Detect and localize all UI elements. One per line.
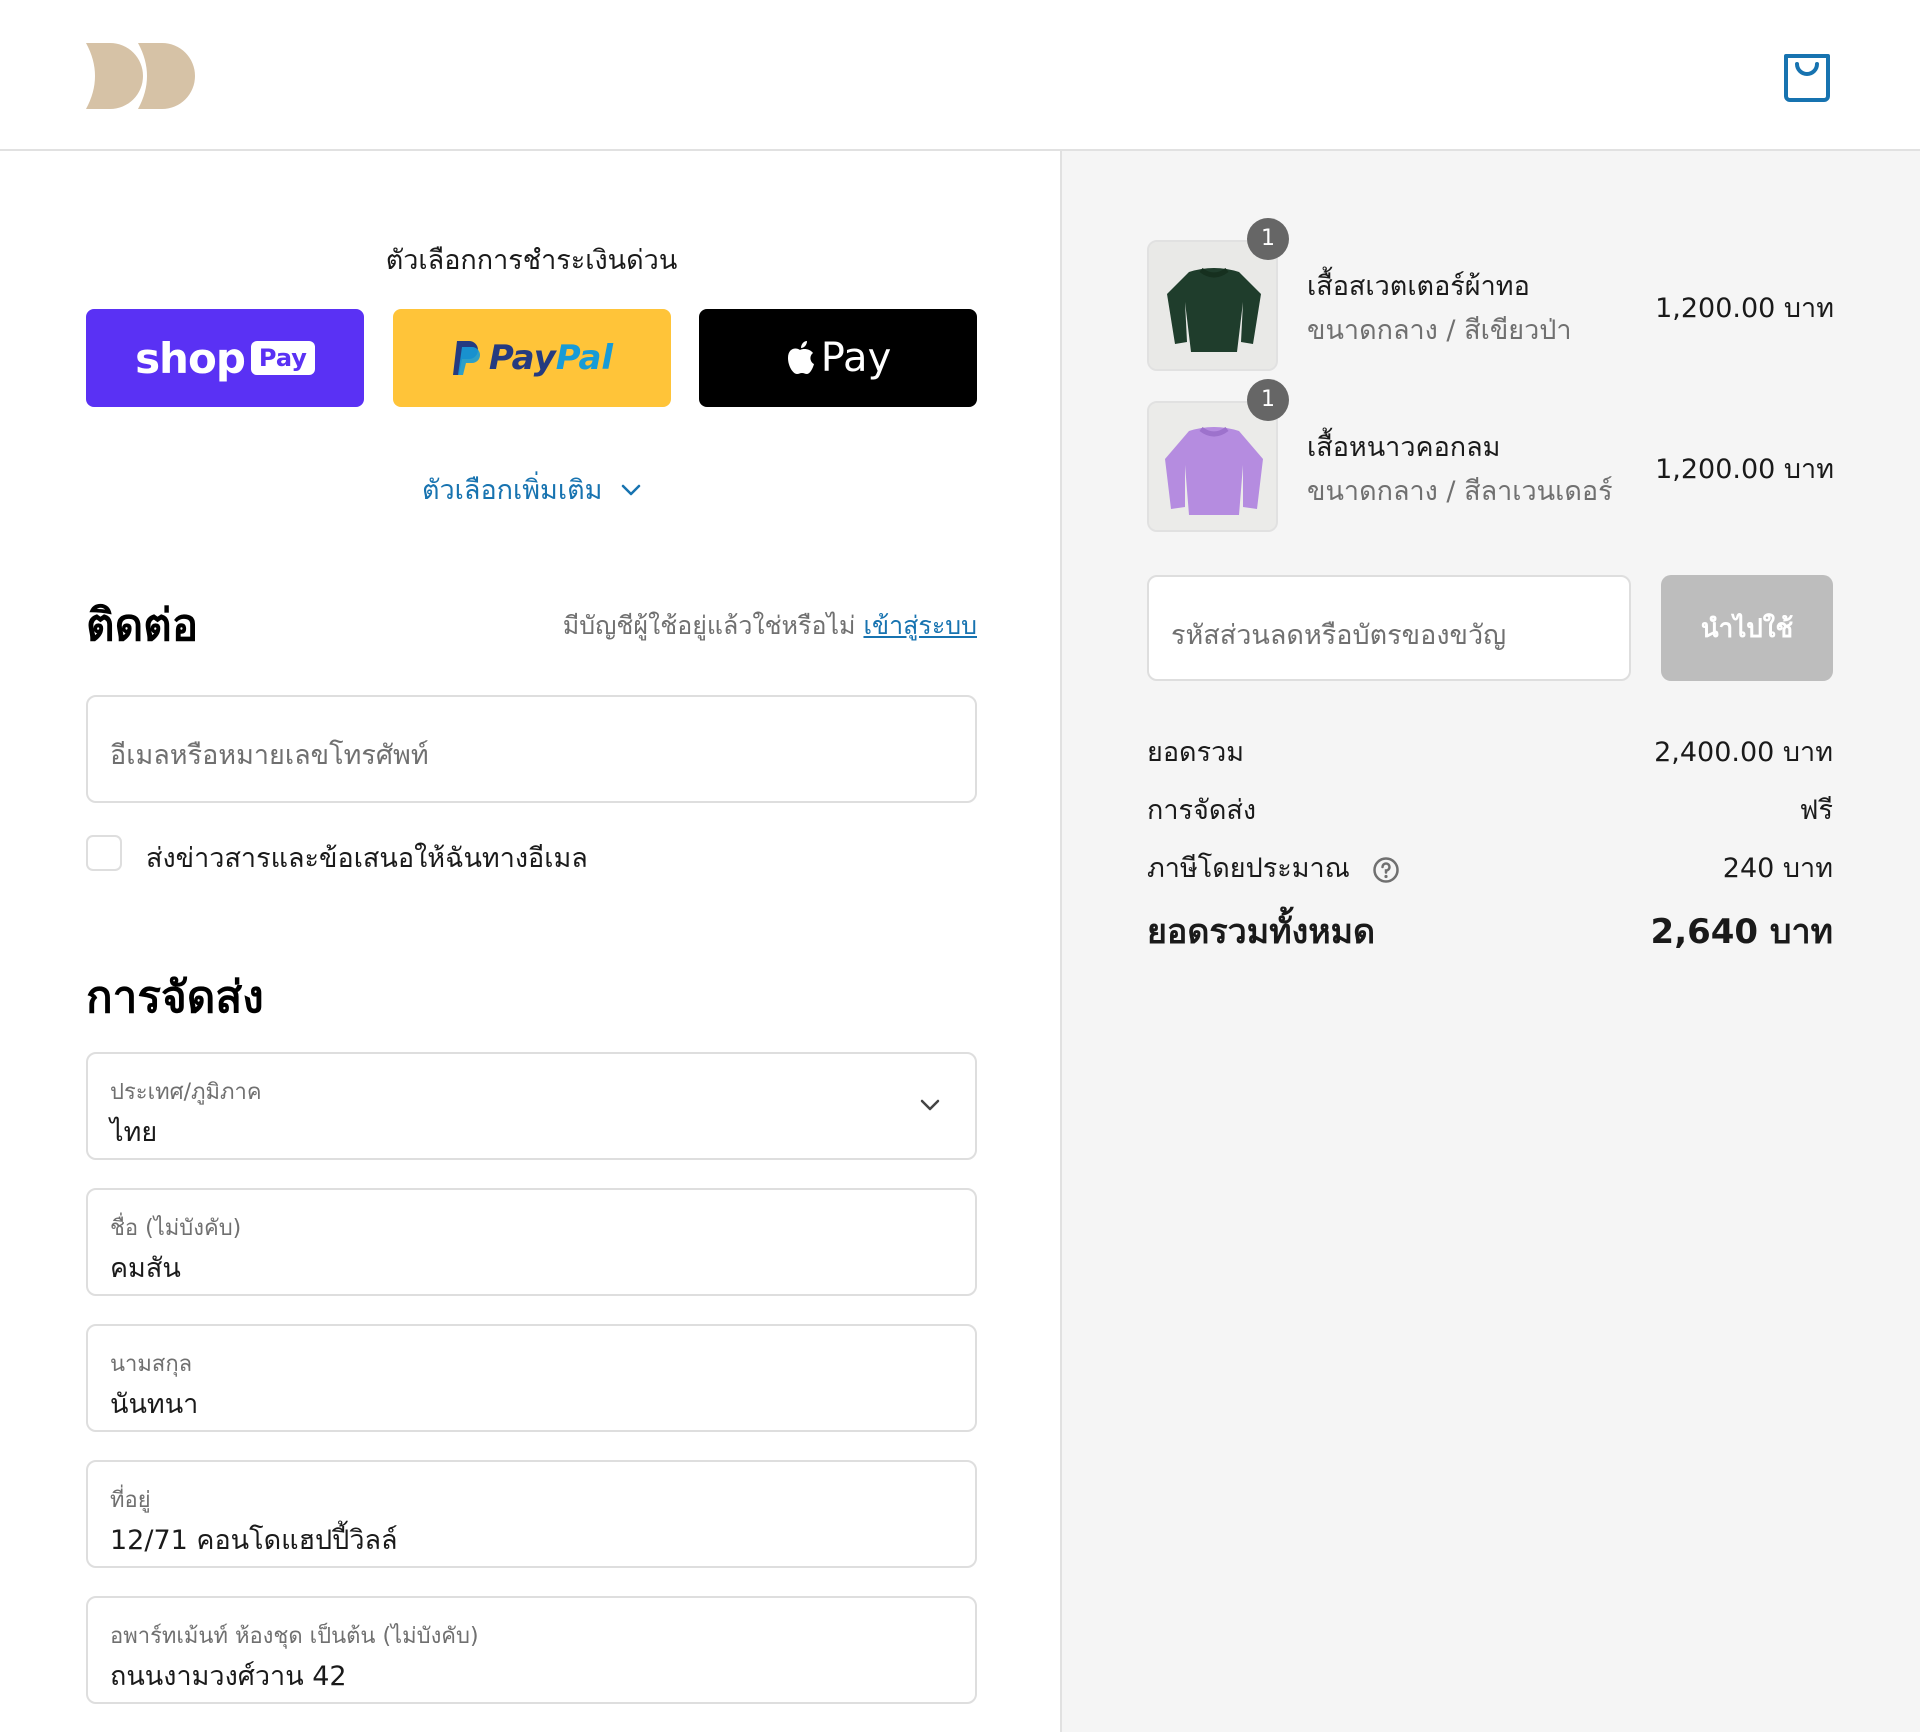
paypal-word-part2: Pal — [555, 338, 614, 378]
order-item: 1 เสื้อหนาวคอกลม ขนาดกลาง / สีลาเวนเดอร์… — [1147, 379, 1920, 534]
first-name-field[interactable]: ชื่อ (ไม่บังคับ) คมสัน — [86, 1188, 977, 1296]
login-prompt-text: มีบัญชีผู้ใช้อยู่แล้วใช่หรือไม่ — [562, 611, 856, 640]
chevron-down-icon — [621, 484, 641, 495]
address-label: ที่อยู่ — [110, 1488, 151, 1513]
product-thumbnail — [1147, 240, 1278, 371]
last-name-value: นันทนา — [110, 1389, 199, 1420]
sweater-image-green — [1149, 242, 1276, 369]
help-circle-icon[interactable] — [1372, 856, 1400, 884]
address-value: 12/71 คอนโดแฮปปี้วิลล์ — [110, 1525, 398, 1556]
newsletter-label: ส่งข่าวสารและข้อเสนอให้ฉันทางอีเมล — [146, 843, 588, 874]
shipping-cost-label: การจัดส่ง — [1147, 795, 1257, 826]
first-name-value: คมสัน — [110, 1253, 181, 1284]
chevron-down-icon — [920, 1099, 940, 1111]
contact-heading: ติดต่อ — [86, 600, 199, 651]
shipping-heading: การจัดส่ง — [86, 972, 264, 1023]
paypal-word-part1: Pay — [488, 338, 556, 378]
email-field[interactable]: อีเมลหรือหมายเลขโทรศัพท์ — [86, 695, 977, 803]
order-item: 1 เสื้อสเวตเตอร์ผ้าทอ ขนาดกลาง / สีเขียว… — [1147, 218, 1920, 373]
email-placeholder: อีเมลหรือหมายเลขโทรศัพท์ — [110, 740, 429, 771]
discount-placeholder: รหัสส่วนลดหรือบัตรของขวัญ — [1171, 620, 1507, 651]
total-row: ยอดรวมทั้งหมด 2,640 บาท — [1147, 904, 1833, 954]
discount-code-input[interactable]: รหัสส่วนลดหรือบัตรของขวัญ — [1147, 575, 1631, 681]
apple-pay-button[interactable]: Pay — [699, 309, 977, 407]
shop-pay-button[interactable]: shop Pay — [86, 309, 364, 407]
shop-pay-word: shop — [135, 333, 246, 383]
login-link[interactable]: เข้าสู่ระบบ — [863, 611, 977, 640]
header — [0, 0, 1920, 151]
quantity-badge: 1 — [1247, 379, 1289, 421]
more-options-label: ตัวเลือกเพิ่มเติม — [421, 475, 603, 506]
shop-pay-badge: Pay — [250, 341, 315, 375]
apartment-field[interactable]: อพาร์ทเม้นท์ ห้องชุด เป็นต้น (ไม่บังคับ)… — [86, 1596, 977, 1704]
item-variant: ขนาดกลาง / สีเขียวป่า — [1307, 315, 1572, 346]
item-price: 1,200.00 บาท — [1655, 454, 1834, 485]
tax-row: ภาษีโดยประมาณ 240 บาท — [1147, 846, 1833, 886]
address-field[interactable]: ที่อยู่ 12/71 คอนโดแฮปปี้วิลล์ — [86, 1460, 977, 1568]
tax-label-group: ภาษีโดยประมาณ — [1147, 846, 1400, 889]
total-value: 2,640 บาท — [1650, 912, 1833, 952]
paypal-button[interactable]: PayPal — [393, 309, 671, 407]
apple-pay-word: Pay — [820, 335, 892, 381]
subtotal-value: 2,400.00 บาท — [1654, 737, 1833, 768]
brand-logo[interactable] — [86, 43, 206, 109]
shipping-row: การจัดส่ง ฟรี — [1147, 788, 1833, 828]
item-variant: ขนาดกลาง / สีลาเวนเดอร์ — [1307, 476, 1613, 507]
item-name: เสื้อสเวตเตอร์ผ้าทอ — [1307, 271, 1530, 302]
country-select[interactable]: ประเทศ/ภูมิภาค ไทย — [86, 1052, 977, 1160]
login-prompt: มีบัญชีผู้ใช้อยู่แล้วใช่หรือไม่ เข้าสู่ร… — [563, 606, 977, 646]
shopping-bag-icon[interactable] — [1782, 50, 1832, 104]
first-name-label: ชื่อ (ไม่บังคับ) — [110, 1216, 242, 1241]
item-price: 1,200.00 บาท — [1655, 293, 1834, 324]
more-payment-options-link[interactable]: ตัวเลือกเพิ่มเติม — [86, 468, 977, 511]
last-name-field[interactable]: นามสกุล นันทนา — [86, 1324, 977, 1432]
subtotal-label: ยอดรวม — [1147, 737, 1245, 768]
paypal-icon — [452, 341, 480, 375]
last-name-label: นามสกุล — [110, 1352, 193, 1377]
apartment-value: ถนนงามวงศ์วาน 42 — [110, 1661, 347, 1692]
tax-label: ภาษีโดยประมาณ — [1147, 853, 1350, 884]
express-checkout-title: ตัวเลือกการชำระเงินด่วน — [385, 245, 678, 276]
total-label: ยอดรวมทั้งหมด — [1147, 912, 1376, 952]
sweater-image-lavender — [1149, 403, 1276, 530]
country-value: ไทย — [110, 1117, 158, 1148]
tax-value: 240 บาท — [1722, 853, 1833, 884]
apple-icon — [787, 341, 814, 374]
newsletter-checkbox[interactable] — [86, 835, 122, 871]
quantity-badge: 1 — [1247, 218, 1289, 260]
apartment-label: อพาร์ทเม้นท์ ห้องชุด เป็นต้น (ไม่บังคับ) — [110, 1624, 479, 1649]
shipping-cost-value: ฟรี — [1799, 795, 1833, 826]
apply-discount-button[interactable]: นำไปใช้ — [1661, 575, 1833, 681]
product-thumbnail — [1147, 401, 1278, 532]
item-name: เสื้อหนาวคอกลม — [1307, 432, 1501, 463]
country-label: ประเทศ/ภูมิภาค — [110, 1080, 262, 1105]
subtotal-row: ยอดรวม 2,400.00 บาท — [1147, 730, 1833, 770]
paypal-wordmark: PayPal — [489, 338, 613, 378]
